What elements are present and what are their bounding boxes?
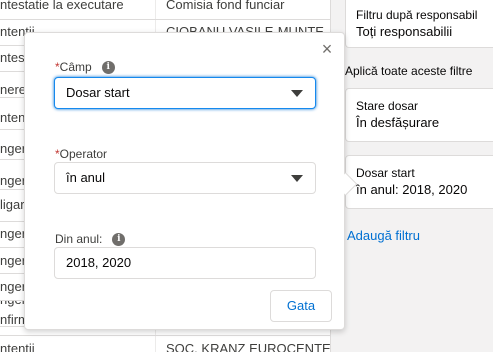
table-cell: ntentii xyxy=(0,341,35,352)
table-cell: SOC. KRANZ EUROCENTE xyxy=(166,341,331,352)
filter-dosar-start[interactable]: Dosar start în anul: 2018, 2020 xyxy=(345,155,493,209)
table-cell: Comisia fond funciar xyxy=(166,0,285,12)
table-cell: nere xyxy=(0,82,27,97)
table-row[interactable]: ntentii SOC. KRANZ EUROCENTE xyxy=(0,336,332,352)
info-icon[interactable]: i xyxy=(101,60,115,74)
filter-responsible[interactable]: Filtru după responsabil Toți responsabil… xyxy=(345,0,493,48)
chevron-down-icon xyxy=(291,90,303,97)
operator-label: *Operator xyxy=(55,147,107,161)
filter-status-value: În desfășurare xyxy=(356,115,440,130)
filter-dosar-start-value: în anul: 2018, 2020 xyxy=(356,182,468,197)
filter-dosar-start-label: Dosar start xyxy=(356,166,415,180)
year-label-text: Din anul: xyxy=(55,232,103,246)
operator-select-value: în anul xyxy=(66,170,106,185)
filter-responsible-label: Filtru după responsabil xyxy=(356,8,478,22)
chevron-down-icon xyxy=(291,175,303,182)
filter-status[interactable]: Stare dosar În desfășurare xyxy=(345,88,493,142)
table-cell: ntestatie la executare xyxy=(0,0,124,12)
operator-label-text: Operator xyxy=(59,147,108,161)
year-input[interactable]: 2018, 2020 xyxy=(54,247,316,279)
filter-responsible-value: Toți responsabilii xyxy=(356,24,453,39)
field-select-value: Dosar start xyxy=(66,85,130,100)
field-label-text: Câmp xyxy=(59,60,92,74)
field-select[interactable]: Dosar start xyxy=(54,77,316,109)
close-icon[interactable]: × xyxy=(317,39,337,59)
filter-edit-popover: × *Câmp i Dosar start *Operator în anul … xyxy=(24,32,358,330)
table-row[interactable]: ntestatie la executare Comisia fond func… xyxy=(0,0,332,20)
filter-status-label: Stare dosar xyxy=(356,99,419,113)
operator-select[interactable]: în anul xyxy=(54,162,316,194)
add-filter-link[interactable]: Adaugă filtru xyxy=(347,228,420,243)
done-button[interactable]: Gata xyxy=(270,290,332,322)
filter-panel: Filtru după responsabil Toți responsabil… xyxy=(330,0,493,352)
info-icon[interactable]: i xyxy=(112,232,126,246)
year-label: Din anul: i xyxy=(55,232,126,246)
field-label: *Câmp i xyxy=(55,60,115,74)
apply-all-filters-text: Aplică toate aceste filtre xyxy=(345,64,473,78)
